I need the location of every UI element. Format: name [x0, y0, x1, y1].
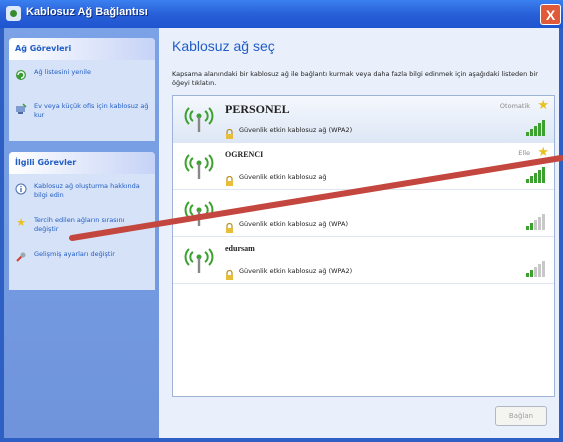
signal-bar [534, 126, 537, 136]
lock-icon [225, 218, 234, 233]
connect-button[interactable]: Bağlan [495, 406, 547, 426]
change-preferred-order-link[interactable]: ★ Tercih edilen ağların sırasını değişti… [9, 214, 155, 248]
signal-bar [534, 267, 537, 277]
network-setup-icon [15, 103, 27, 115]
window-title: Kablosuz Ağ Bağlantısı [26, 6, 148, 18]
network-security: Güvenlik etkin kablosuz ağ [239, 173, 327, 181]
setup-wireless-network-link[interactable]: Ev veya küçük ofis için kablosuz ağ kur [9, 100, 155, 134]
preferred-star-icon: ★ [537, 145, 549, 160]
refresh-network-list-label: Ağ listesini yenile [34, 68, 91, 76]
network-tasks-header[interactable]: Ağ Görevleri [9, 38, 155, 60]
signal-bar [538, 170, 541, 183]
network-security: Güvenlik etkin kablosuz ağ (WPA2) [239, 267, 353, 275]
network-security: Güvenlik etkin kablosuz ağ (WPA) [239, 220, 349, 228]
preferred-star-icon: ★ [537, 98, 549, 113]
learn-wireless-label: Kablosuz ağ oluşturma hakkında bilgi edi… [34, 182, 140, 199]
signal-bar [542, 167, 545, 183]
signal-bar [530, 223, 533, 230]
refresh-icon [15, 69, 27, 81]
signal-bar [538, 264, 541, 277]
settings-icon [15, 251, 27, 263]
related-tasks-pane: İlgili Görevler Kablosuz ağ oluşturma ha… [9, 152, 155, 290]
wireless-network-icon [6, 6, 21, 21]
wireless-antenna-icon [183, 102, 215, 134]
signal-bar [530, 176, 533, 183]
network-item-ogrenci[interactable]: OGRENCI Güvenlik etkin kablosuz ağ Elle … [173, 143, 554, 190]
wireless-antenna-icon [183, 243, 215, 275]
signal-strength-icon [526, 120, 546, 136]
signal-strength-icon [526, 261, 546, 277]
signal-bar [526, 273, 529, 277]
network-list[interactable]: PERSONEL Güvenlik etkin kablosuz ağ (WPA… [172, 95, 555, 397]
change-preferred-order-label: Tercih edilen ağların sırasını değiştir [34, 216, 125, 233]
signal-bar [534, 173, 537, 183]
network-name: PERSONEL [225, 102, 290, 116]
signal-strength-icon [526, 167, 546, 183]
signal-bar [526, 179, 529, 183]
network-item-edursam[interactable]: edursam Güvenlik etkin kablosuz ağ (WPA2… [173, 237, 554, 284]
network-name: edursam [225, 244, 255, 253]
signal-bar [542, 214, 545, 230]
signal-bar [542, 261, 545, 277]
title-bar[interactable]: Kablosuz Ağ Bağlantısı X [0, 0, 563, 28]
signal-bar [526, 226, 529, 230]
network-tasks-pane: Ağ Görevleri Ağ listesini yenile Ev veya… [9, 38, 155, 141]
wireless-antenna-icon [183, 149, 215, 181]
window: Kablosuz Ağ Bağlantısı X Ağ Görevleri Ağ… [0, 0, 563, 442]
signal-bar [542, 120, 545, 136]
info-icon [15, 183, 27, 195]
related-tasks-header[interactable]: İlgili Görevler [9, 152, 155, 174]
signal-bar [526, 132, 529, 136]
signal-strength-icon [526, 214, 546, 230]
wireless-antenna-icon [183, 196, 215, 228]
connection-mode: Otomatik [499, 102, 530, 110]
signal-bar [530, 129, 533, 136]
window-client: Ağ Görevleri Ağ listesini yenile Ev veya… [4, 28, 559, 438]
advanced-settings-link[interactable]: Gelişmiş ayarları değiştir [9, 248, 155, 282]
refresh-network-list-link[interactable]: Ağ listesini yenile [9, 66, 155, 100]
learn-wireless-link[interactable]: Kablosuz ağ oluşturma hakkında bilgi edi… [9, 180, 155, 214]
lock-icon [225, 265, 234, 280]
page-title: Kablosuz ağ seç [172, 38, 275, 54]
setup-wireless-network-label: Ev veya küçük ofis için kablosuz ağ kur [34, 102, 149, 119]
star-icon: ★ [16, 216, 26, 229]
lock-icon [225, 171, 234, 186]
signal-bar [538, 217, 541, 230]
network-security: Güvenlik etkin kablosuz ağ (WPA2) [239, 126, 353, 134]
main-content: Kablosuz ağ seç Kapsama alanındaki bir k… [162, 28, 559, 438]
page-description: Kapsama alanındaki bir kablosuz ağ ile b… [172, 70, 538, 87]
signal-bar [534, 220, 537, 230]
network-name: OGRENCI [225, 150, 264, 159]
advanced-settings-label: Gelişmiş ayarları değiştir [34, 250, 115, 258]
network-item-personel[interactable]: PERSONEL Güvenlik etkin kablosuz ağ (WPA… [173, 96, 554, 143]
sidebar: Ağ Görevleri Ağ listesini yenile Ev veya… [4, 28, 159, 438]
close-button[interactable]: X [540, 4, 561, 25]
signal-bar [530, 270, 533, 277]
signal-bar [538, 123, 541, 136]
network-item-3[interactable]: Güvenlik etkin kablosuz ağ (WPA) [173, 190, 554, 237]
lock-icon [225, 124, 234, 139]
connection-mode: Elle [518, 149, 530, 157]
